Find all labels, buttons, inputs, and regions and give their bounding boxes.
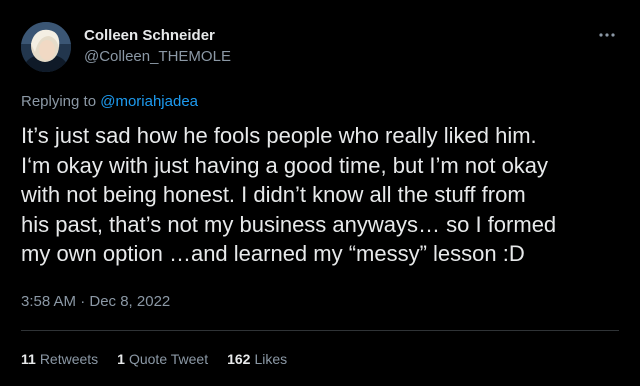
profile-photo-icon xyxy=(21,22,71,72)
tweet-card: Colleen Schneider @Colleen_THEMOLE Reply… xyxy=(0,0,640,386)
replying-to-label: Replying to xyxy=(21,93,101,110)
likes-count: 162 xyxy=(227,351,251,367)
likes-stat[interactable]: 162 Likes xyxy=(227,351,287,367)
reply-mention-link[interactable]: @moriahjadea xyxy=(100,93,198,110)
author-display-name[interactable]: Colleen Schneider xyxy=(84,27,215,44)
avatar[interactable] xyxy=(21,22,71,72)
quote-tweets-count: 1 xyxy=(117,351,125,367)
engagement-stats: 11 Retweets 1 Quote Tweet 162 Likes xyxy=(21,351,306,367)
more-horizontal-icon xyxy=(599,33,615,37)
retweets-count: 11 xyxy=(21,351,36,367)
quote-tweets-label: Quote Tweet xyxy=(128,351,209,367)
divider xyxy=(21,330,619,331)
replying-to-line: Replying to @moriahjadea xyxy=(21,93,198,110)
quote-tweets-stat[interactable]: 1 Quote Tweet xyxy=(117,351,208,367)
tweet-timestamp[interactable]: 3:58 AM · Dec 8, 2022 xyxy=(21,293,170,310)
retweets-label: Retweets xyxy=(39,351,99,367)
retweets-stat[interactable]: 11 Retweets xyxy=(21,351,98,367)
author-handle[interactable]: @Colleen_THEMOLE xyxy=(84,48,231,65)
tweet-text: It’s just sad how he fools people who re… xyxy=(21,123,557,267)
likes-label: Likes xyxy=(254,351,288,367)
more-options-button[interactable] xyxy=(594,26,620,44)
